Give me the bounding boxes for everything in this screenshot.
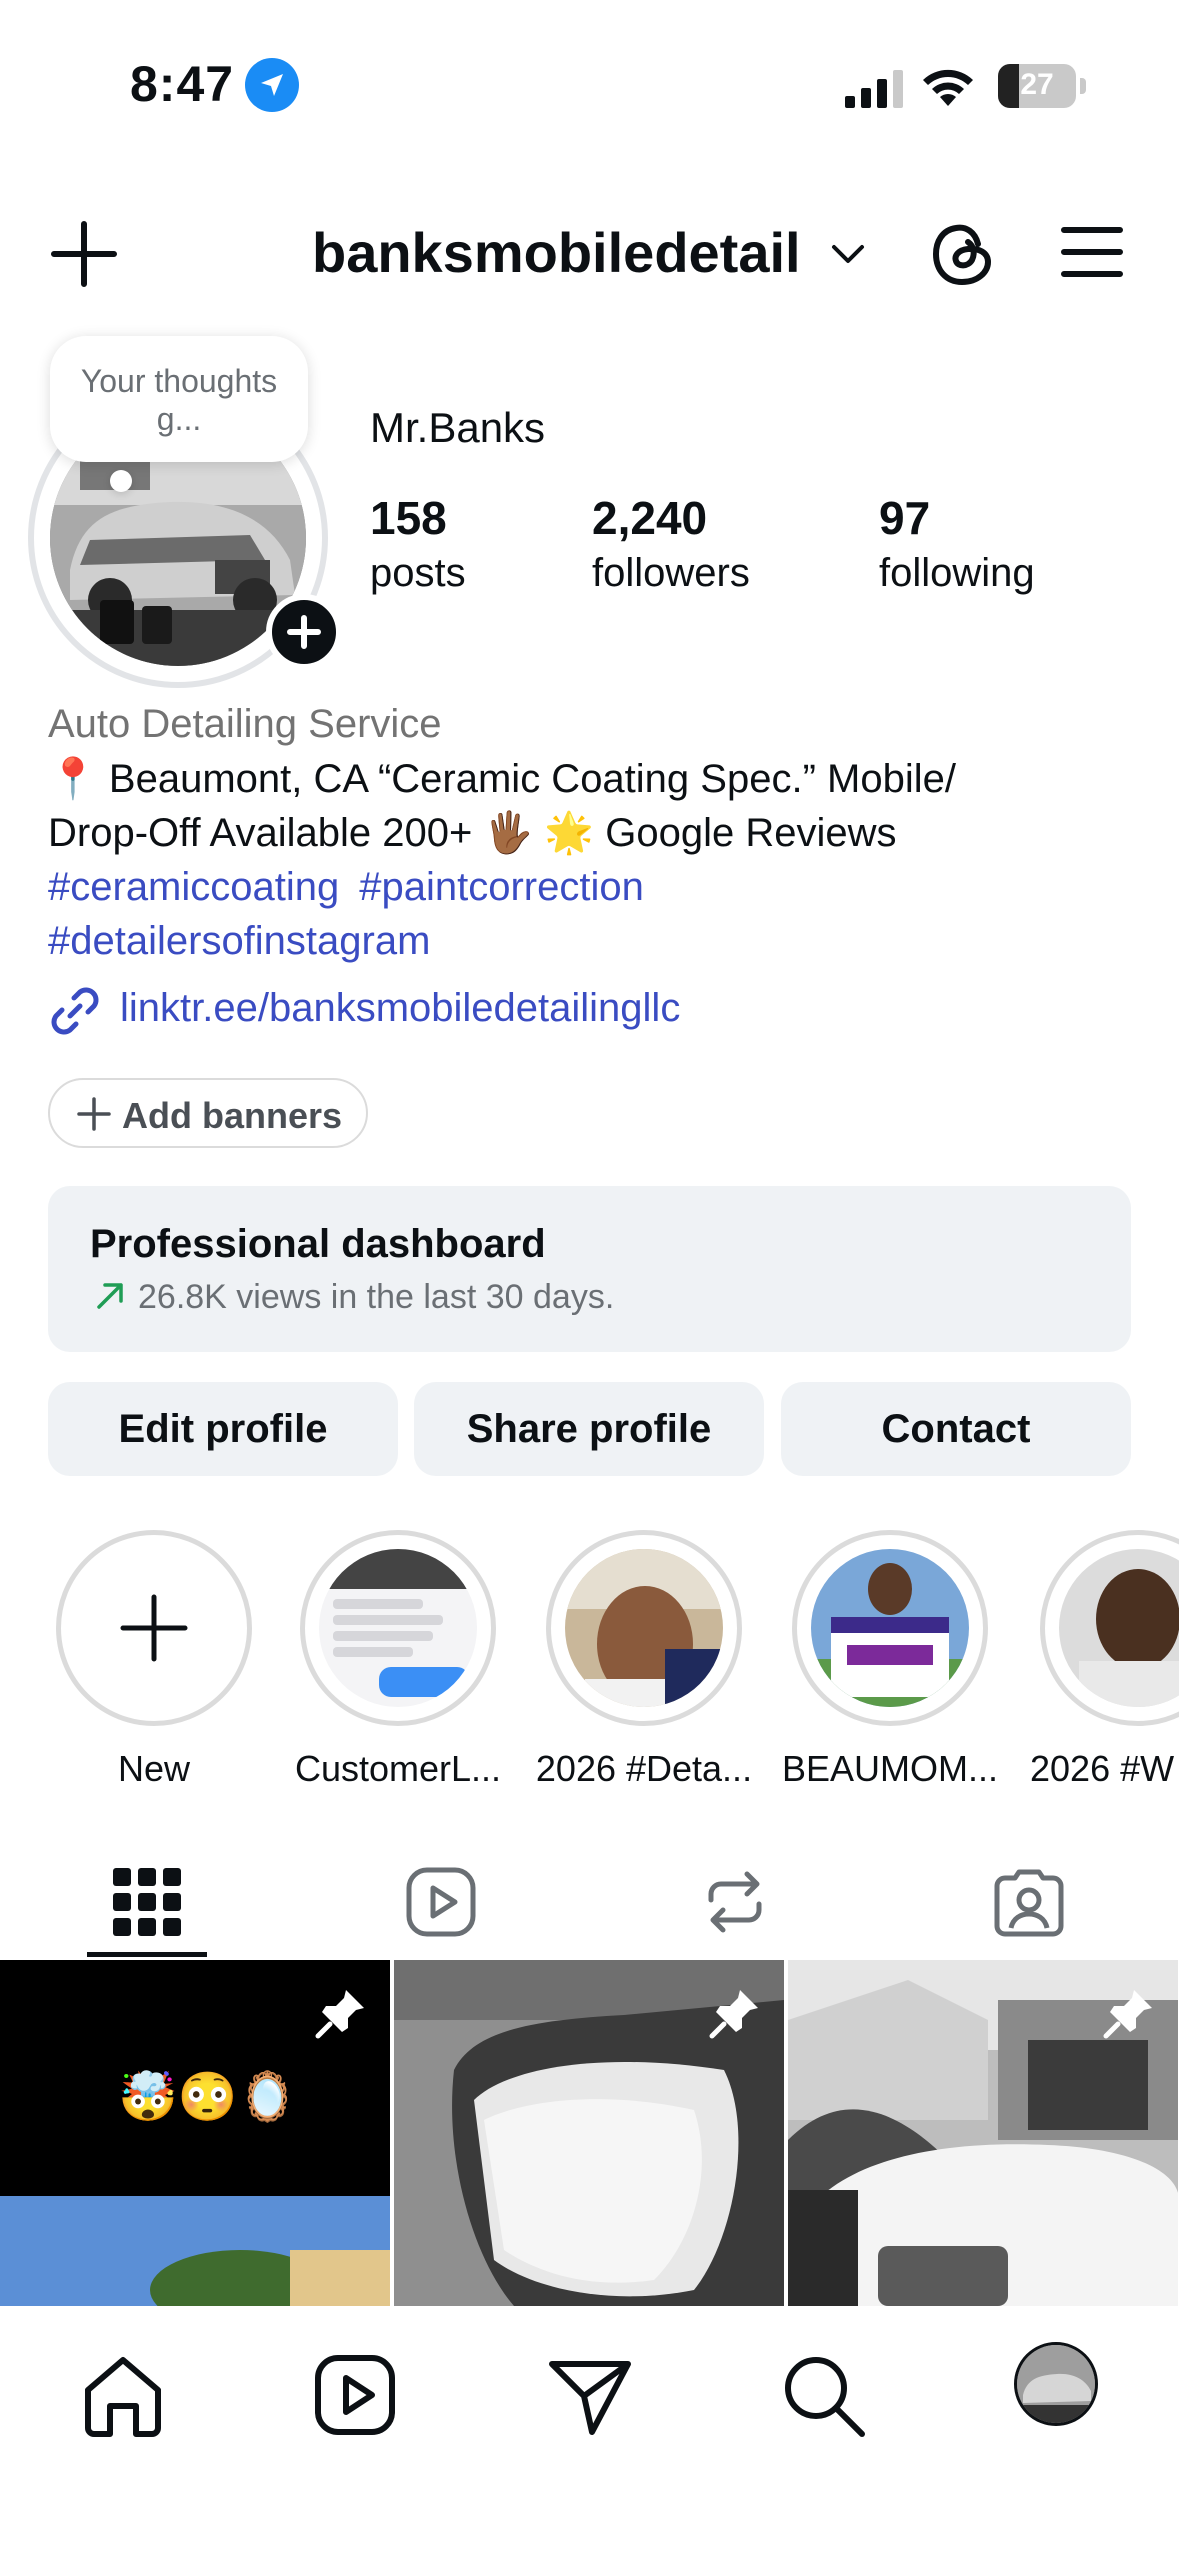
- trend-up-arrow-icon: [97, 1283, 123, 1309]
- tab-grid[interactable]: [0, 1848, 294, 1958]
- highlight-ring: [56, 1530, 252, 1726]
- profile-category: Auto Detailing Service: [48, 702, 442, 746]
- highlight-new[interactable]: New: [56, 1530, 252, 1790]
- highlight-label: 2026 #W: [1030, 1748, 1175, 1789]
- tab-reposts[interactable]: [588, 1848, 882, 1958]
- status-time: 8:47: [130, 56, 235, 112]
- note-bubble-tail: [110, 470, 132, 492]
- bio-hashtags: #ceramiccoating #paintcorrection #detaile…: [48, 860, 1128, 968]
- highlight-item[interactable]: 2026 #W: [1030, 1530, 1179, 1790]
- highlight-label: BEAUMOM...: [781, 1748, 999, 1789]
- stat-following-count: 97: [879, 492, 931, 544]
- tab-reels[interactable]: [294, 1848, 588, 1958]
- hashtag-link[interactable]: #paintcorrection: [359, 865, 644, 909]
- highlight-cover: [811, 1549, 969, 1707]
- chevron-down-icon[interactable]: [830, 242, 866, 266]
- highlight-cover: [319, 1549, 477, 1707]
- share-profile-button[interactable]: Share profile: [414, 1382, 764, 1476]
- stat-posts-count: 158: [370, 492, 447, 544]
- location-arrow-icon: [245, 58, 299, 112]
- bottom-navigation: [0, 2306, 1179, 2556]
- stat-following-label: following: [879, 551, 1035, 595]
- cellular-signal-icon: [845, 70, 903, 108]
- post-emojis: 🤯😳🪞: [118, 2071, 298, 2124]
- highlight-ring: [546, 1530, 742, 1726]
- stat-following[interactable]: 97 following: [879, 490, 1035, 600]
- grid-post[interactable]: [788, 1960, 1178, 2306]
- tab-tagged[interactable]: [882, 1848, 1176, 1958]
- active-tab-indicator: [87, 1952, 207, 1957]
- highlight-label: New: [117, 1748, 191, 1789]
- grid-post[interactable]: 🤯😳🪞: [0, 1960, 390, 2306]
- profile-nav-avatar[interactable]: [1014, 2342, 1098, 2426]
- reels-icon: [406, 1867, 476, 1937]
- bio-line-2: Drop-Off Available 200+ 🖐🏾 🌟 Google Revi…: [48, 811, 897, 855]
- create-plus-icon[interactable]: [50, 220, 118, 288]
- pin-icon: [1103, 1990, 1152, 2039]
- tagged-person-icon: [994, 1869, 1064, 1937]
- highlight-ring: [792, 1530, 988, 1726]
- account-username[interactable]: banksmobiledetail: [312, 220, 801, 285]
- hashtag-link[interactable]: #ceramiccoating: [48, 865, 339, 909]
- contact-button[interactable]: Contact: [781, 1382, 1131, 1476]
- highlight-label: 2026 #Deta...: [535, 1748, 753, 1789]
- battery-nub: [1080, 78, 1086, 94]
- home-icon[interactable]: [78, 2350, 168, 2440]
- bio-line-1: 📍 Beaumont, CA “Ceramic Coating Spec.” M…: [48, 757, 956, 801]
- highlight-cover: [1059, 1549, 1179, 1707]
- note-bubble-text: Your thoughts g...: [80, 363, 278, 437]
- highlight-label: CustomerL...: [294, 1748, 502, 1789]
- dashboard-subtitle: 26.8K views in the last 30 days.: [138, 1278, 615, 1316]
- status-bar: 8:47 27: [0, 0, 1179, 150]
- add-banners-label: Add banners: [122, 1095, 343, 1136]
- plus-icon: [120, 1594, 188, 1662]
- search-icon[interactable]: [778, 2350, 868, 2440]
- highlight-ring: [300, 1530, 496, 1726]
- highlight-item[interactable]: CustomerL...: [295, 1530, 501, 1790]
- hashtag-link[interactable]: #detailersofinstagram: [48, 919, 430, 963]
- link-icon: [51, 987, 99, 1035]
- grid-icon: [113, 1868, 181, 1936]
- reels-nav-icon[interactable]: [310, 2350, 400, 2440]
- note-bubble[interactable]: Your thoughts g...: [50, 336, 308, 462]
- battery-percent: 27: [1020, 68, 1054, 101]
- send-message-icon[interactable]: [544, 2350, 634, 2440]
- grid-post[interactable]: [394, 1960, 784, 2306]
- repost-icon: [708, 1871, 762, 1933]
- stat-followers[interactable]: 2,240 followers: [592, 490, 750, 600]
- edit-profile-button[interactable]: Edit profile: [48, 1382, 398, 1476]
- highlight-item[interactable]: 2026 #Deta...: [536, 1530, 752, 1790]
- pin-icon: [315, 1990, 364, 2039]
- highlight-item[interactable]: BEAUMOM...: [782, 1530, 998, 1790]
- plus-icon: [77, 1097, 111, 1131]
- post-grid: 🤯😳🪞: [0, 1960, 1179, 2306]
- battery-indicator: 27: [998, 64, 1086, 108]
- stat-followers-count: 2,240: [592, 492, 708, 544]
- stat-posts-label: posts: [370, 551, 466, 595]
- add-banners-button[interactable]: Add banners: [48, 1078, 368, 1148]
- profile-bio: 📍 Beaumont, CA “Ceramic Coating Spec.” M…: [48, 752, 1128, 860]
- professional-dashboard[interactable]: Professional dashboard 26.8K views in th…: [48, 1186, 1131, 1352]
- content-tabs: [0, 1848, 1179, 1958]
- threads-icon[interactable]: [928, 218, 998, 290]
- stat-followers-label: followers: [592, 551, 750, 595]
- add-story-button[interactable]: [266, 594, 342, 670]
- hamburger-menu-icon[interactable]: [1060, 224, 1124, 280]
- stat-posts[interactable]: 158 posts: [370, 490, 466, 600]
- dashboard-title: Professional dashboard: [90, 1222, 546, 1266]
- pin-icon: [709, 1990, 758, 2039]
- highlight-cover: [565, 1549, 723, 1707]
- profile-header: banksmobiledetail: [0, 200, 1179, 310]
- wifi-icon: [923, 69, 973, 106]
- link-text: linktr.ee/banksmobiledetailingllc: [120, 986, 681, 1030]
- highlight-ring: [1040, 1530, 1179, 1726]
- display-name: Mr.Banks: [370, 404, 546, 451]
